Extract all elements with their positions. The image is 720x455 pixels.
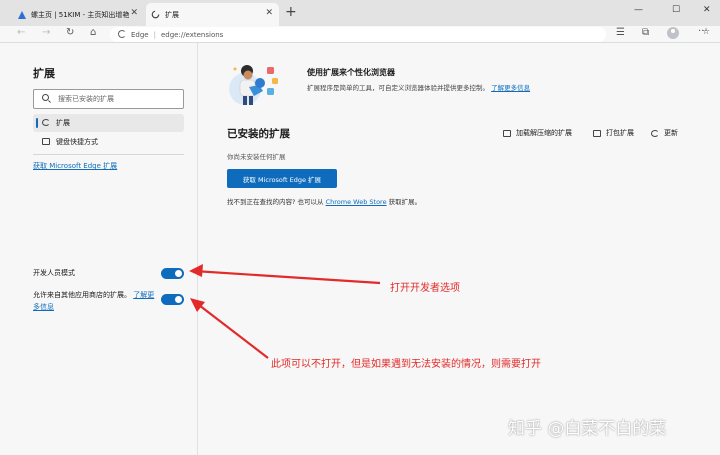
dev-mode-toggle[interactable] bbox=[161, 268, 184, 279]
package-icon bbox=[593, 129, 601, 137]
keyboard-icon bbox=[42, 138, 50, 145]
dev-mode-label: 开发人员模式 bbox=[33, 269, 75, 277]
extensions-illustration bbox=[229, 65, 278, 105]
sidebar-item-label: 扩展 bbox=[56, 119, 70, 127]
annotation-dev-mode: 打开开发者选项 bbox=[390, 283, 460, 294]
learn-more-link[interactable]: 了解更多信息 bbox=[491, 84, 530, 92]
sidebar-item-extensions[interactable]: 扩展 bbox=[33, 114, 184, 132]
extensions-icon bbox=[42, 119, 50, 126]
toolbar: ← → ↻ ⌂ Edge | edge://extensions ☆ ☰ ⧉ bbox=[0, 26, 720, 43]
cant-find-suffix: 获取扩展。 bbox=[388, 198, 422, 206]
sidebar-item-shortcuts[interactable]: 键盘快捷方式 bbox=[33, 133, 184, 151]
home-icon[interactable]: ⌂ bbox=[90, 27, 96, 38]
load-unpacked-button[interactable]: 加载解压缩的扩展 bbox=[503, 128, 572, 138]
other-stores-toggle[interactable] bbox=[161, 294, 184, 305]
get-extensions-button[interactable]: 获取 Microsoft Edge 扩展 bbox=[227, 169, 337, 188]
extensions-tab-icon bbox=[151, 10, 160, 19]
address-bar[interactable]: Edge | edge://extensions ☆ bbox=[110, 27, 710, 42]
search-placeholder: 搜索已安装的扩展 bbox=[58, 95, 114, 103]
separator: | bbox=[153, 30, 156, 39]
forward-icon[interactable]: → bbox=[42, 27, 50, 38]
cant-find-prefix: 找不到正在查找的内容? 也可以从 bbox=[227, 198, 324, 206]
new-tab-icon[interactable]: + bbox=[285, 4, 297, 20]
refresh-icon bbox=[651, 129, 659, 137]
extensions-page: 扩展 搜索已安装的扩展 扩展 键盘快捷方式 获取 Microsoft Edge … bbox=[0, 43, 720, 455]
installed-title: 已安装的扩展 bbox=[227, 128, 290, 140]
sidebar-item-label: 键盘快捷方式 bbox=[56, 138, 98, 146]
pack-extension-button[interactable]: 打包扩展 bbox=[593, 128, 634, 138]
more-options-icon[interactable]: ··· bbox=[698, 26, 708, 37]
maximize-icon[interactable]: ☐ bbox=[672, 5, 680, 15]
site-logo-icon bbox=[18, 10, 26, 19]
origin-label: Edge bbox=[131, 30, 149, 39]
tab-title: 螺主页 | 51KIM - 主页知出增艳 bbox=[31, 10, 130, 19]
main-content: 使用扩展来个性化浏览器 扩展程序是简单的工具，可自定义浏览器体验并提供更多控制。… bbox=[199, 43, 720, 455]
update-button[interactable]: 更新 bbox=[651, 128, 678, 138]
tab-51kim[interactable]: 螺主页 | 51KIM - 主页知出增艳 ✕ bbox=[14, 3, 144, 26]
cant-find-text: 找不到正在查找的内容? 也可以从 Chrome Web Store 获取扩展。 bbox=[227, 196, 421, 206]
avatar[interactable] bbox=[667, 27, 679, 39]
search-input[interactable]: 搜索已安装的扩展 bbox=[33, 89, 184, 109]
watermark: 知乎 @白菜不白的菜 bbox=[508, 419, 667, 439]
search-icon bbox=[42, 94, 49, 101]
page-title: 扩展 bbox=[33, 67, 55, 80]
get-extensions-link[interactable]: 获取 Microsoft Edge 扩展 bbox=[33, 161, 117, 171]
favorites-icon[interactable]: ☰ bbox=[616, 27, 625, 38]
close-icon[interactable]: ✕ bbox=[130, 8, 138, 18]
tab-strip: 螺主页 | 51KIM - 主页知出增艳 ✕ 扩展 ✕ + — ☐ ✕ bbox=[0, 0, 720, 26]
close-icon[interactable]: ✕ bbox=[265, 8, 273, 18]
sidebar: 扩展 搜索已安装的扩展 扩展 键盘快捷方式 获取 Microsoft Edge … bbox=[0, 43, 198, 455]
hero-description: 扩展程序是简单的工具，可自定义浏览器体验并提供更多控制。 了解更多信息 bbox=[307, 82, 530, 92]
action-label: 打包扩展 bbox=[606, 129, 634, 137]
divider bbox=[33, 154, 184, 155]
edge-icon bbox=[118, 30, 126, 38]
other-stores-label: 允许来自其他应用商店的扩展。 了解更多信息 bbox=[33, 289, 158, 313]
url-text: edge://extensions bbox=[160, 30, 224, 39]
folder-icon bbox=[503, 129, 511, 137]
window-close-icon[interactable]: ✕ bbox=[703, 5, 711, 15]
annotation-other-stores: 此项可以不打开，但是如果遇到无法安装的情况，则需要打开 bbox=[271, 359, 541, 370]
collections-icon[interactable]: ⧉ bbox=[642, 27, 649, 38]
action-label: 更新 bbox=[664, 129, 678, 137]
refresh-icon[interactable]: ↻ bbox=[66, 27, 74, 38]
tab-title: 扩展 bbox=[165, 10, 179, 19]
back-icon[interactable]: ← bbox=[17, 27, 25, 38]
hero-description-text: 扩展程序是简单的工具，可自定义浏览器体验并提供更多控制。 bbox=[307, 84, 489, 92]
other-stores-text: 允许来自其他应用商店的扩展。 bbox=[33, 291, 131, 299]
action-label: 加载解压缩的扩展 bbox=[516, 129, 572, 137]
minimize-icon[interactable]: — bbox=[634, 5, 643, 15]
chrome-web-store-link[interactable]: Chrome Web Store bbox=[326, 198, 387, 206]
tab-extensions[interactable]: 扩展 ✕ bbox=[146, 3, 279, 26]
empty-state-text: 你尚未安装任何扩展 bbox=[227, 153, 286, 161]
hero-title: 使用扩展来个性化浏览器 bbox=[307, 68, 395, 77]
